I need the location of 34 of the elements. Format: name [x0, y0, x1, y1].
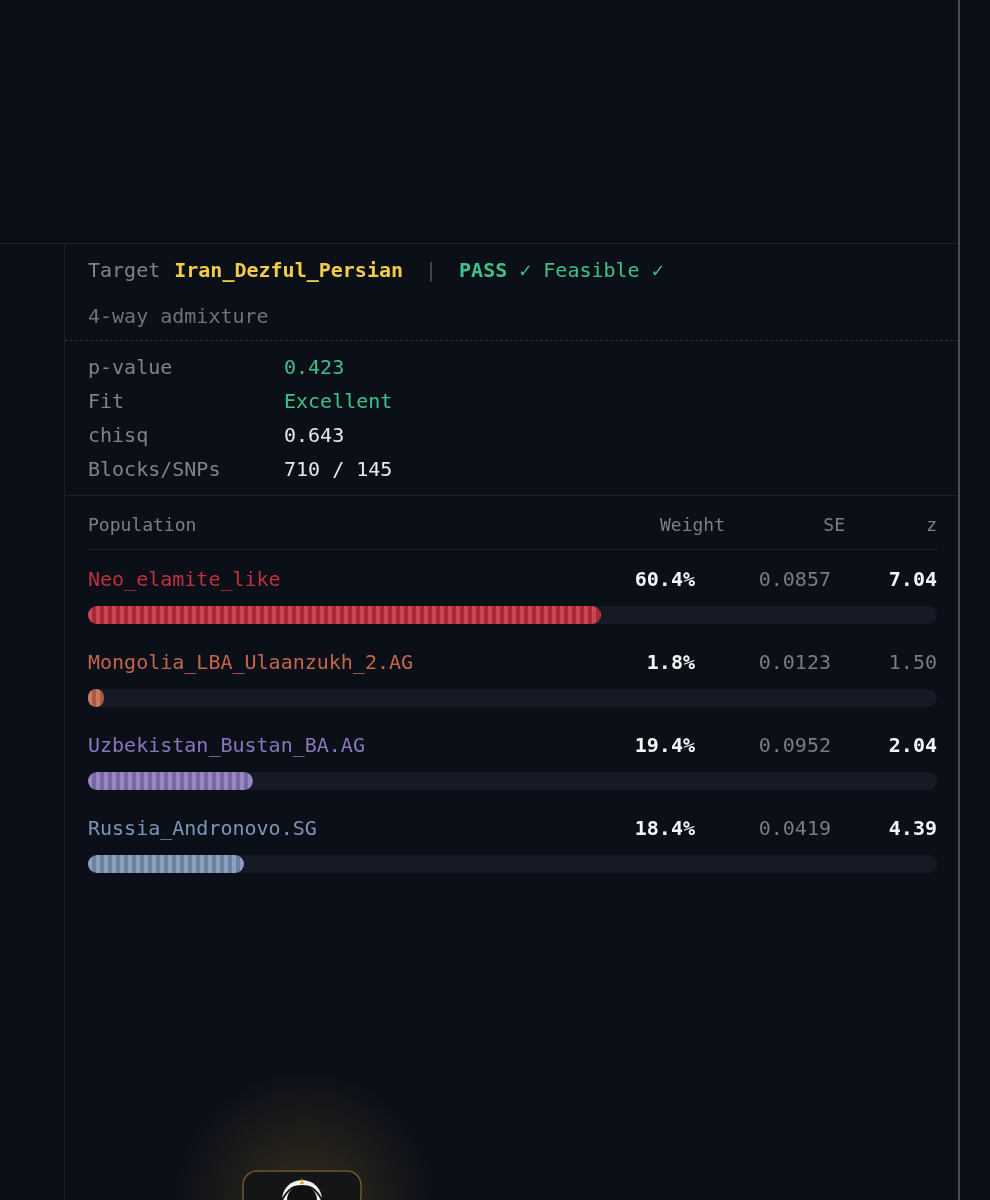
z-cell-text: 7.04 [887, 566, 937, 592]
stat-label: Fit [88, 388, 126, 415]
z-cell-text: 2.04 [887, 732, 937, 758]
stat-value: Excellent [284, 388, 393, 415]
stat-label: p-value [88, 354, 174, 381]
stat-label: chisq [88, 422, 150, 449]
weight-cell-text: 18.4% [633, 815, 695, 841]
stat-value: 0.423 [284, 354, 346, 381]
weight-cell-text: 19.4% [633, 732, 695, 758]
population-name: Russia_Andronovo.SG [88, 815, 318, 841]
column-header: Weight [658, 514, 725, 535]
feasible-status: Feasible ✓ [543, 258, 664, 282]
population-name: Uzbekistan_Bustan_BA.AG [88, 732, 366, 758]
admixture-subtitle: 4-way admixture [88, 304, 270, 328]
population-name: Neo_elamite_like [88, 566, 282, 592]
target-label: Target [88, 258, 161, 282]
se-cell-text: 0.0952 [757, 732, 831, 758]
target-name: Iran_Dezful_Persian [174, 258, 404, 282]
z-cell-text: 1.50 [887, 649, 937, 675]
weight-cell-text: 60.4% [633, 566, 695, 592]
stat-value: 710 / 145 [284, 456, 393, 483]
stat-value: 0.643 [284, 422, 346, 449]
population-name: Mongolia_LBA_Ulaanzukh_2.AG [88, 649, 415, 675]
stat-label: Blocks/SNPs [88, 456, 222, 483]
se-cell-text: 0.0123 [757, 649, 831, 675]
column-header: Population [88, 514, 198, 535]
pass-status: PASS ✓ [459, 258, 532, 282]
se-cell-text: 0.0857 [757, 566, 831, 592]
se-cell-text: 0.0419 [757, 815, 831, 841]
separator: | [425, 258, 438, 282]
weight-cell-text: 1.8% [645, 649, 695, 675]
column-header: z [925, 514, 937, 535]
column-header: SE [822, 514, 845, 535]
z-cell-text: 4.39 [887, 815, 937, 841]
